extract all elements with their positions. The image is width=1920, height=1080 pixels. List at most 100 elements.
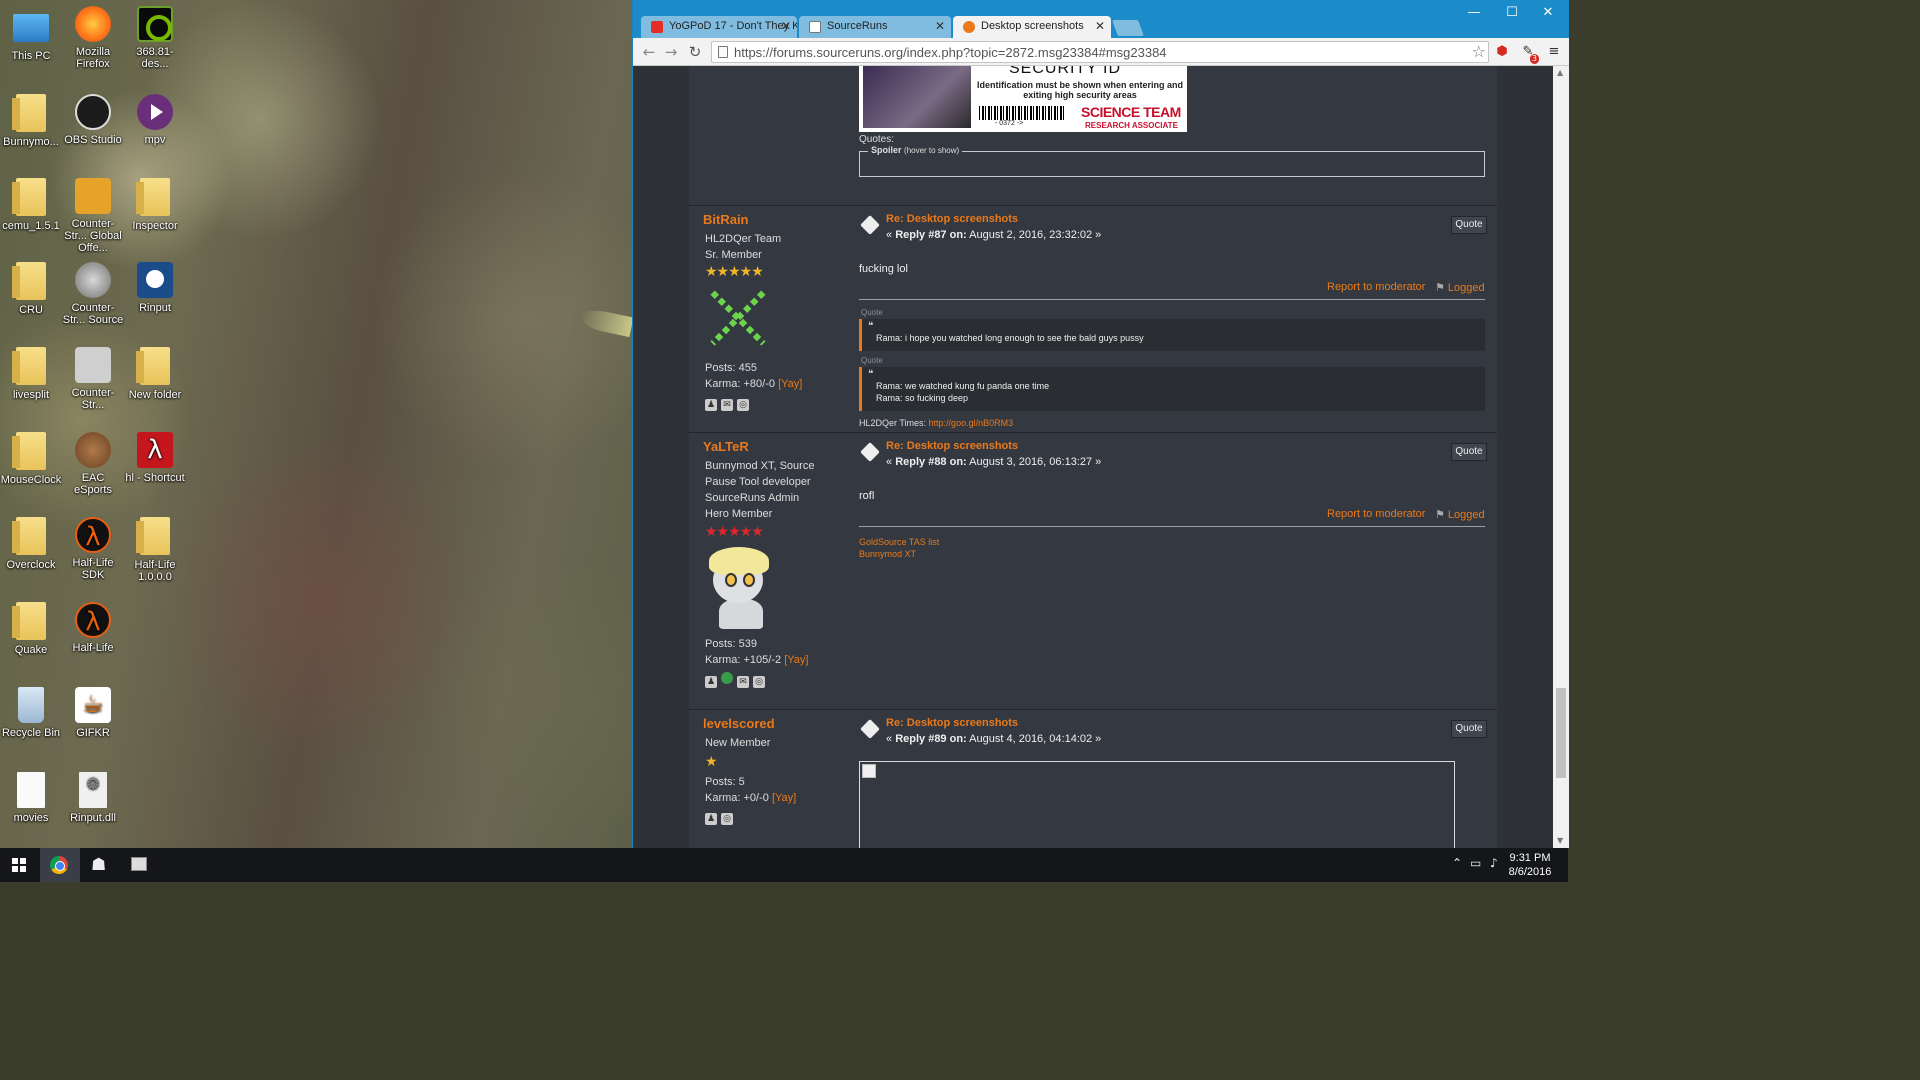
- email-icon[interactable]: ✉: [721, 399, 733, 411]
- reload-icon[interactable]: ↻: [685, 42, 705, 62]
- desktop-icon-nvidia[interactable]: 368.81-des...: [124, 6, 186, 70]
- karma-yay-link[interactable]: [Yay]: [772, 792, 796, 804]
- profile-icon[interactable]: ♟: [705, 676, 717, 688]
- desktop-icon-firefox[interactable]: Mozilla Firefox: [62, 6, 124, 70]
- logged-link[interactable]: Logged: [1435, 508, 1485, 521]
- karma-line: Karma: +105/-2 [Yay]: [705, 654, 808, 666]
- desktop-icon-quake[interactable]: Quake: [0, 602, 62, 656]
- taskbar-chrome[interactable]: [40, 848, 80, 882]
- desktop-icon-overclock[interactable]: Overclock: [0, 517, 62, 571]
- desktop-icon-hl-shortcut[interactable]: hl - Shortcut: [124, 432, 186, 484]
- desktop-icon-label: Inspector: [132, 220, 178, 232]
- desktop-icon-eac[interactable]: EAC eSports: [62, 432, 124, 496]
- report-to-moderator-link[interactable]: Report to moderator: [1327, 281, 1425, 293]
- reply-number[interactable]: Reply #89 on:: [895, 733, 967, 745]
- logged-link[interactable]: Logged: [1435, 281, 1485, 294]
- desktop-icon-inspector[interactable]: Inspector: [124, 178, 186, 232]
- close-button[interactable]: ✕: [1533, 4, 1563, 24]
- desktop-icon-label: livesplit: [12, 389, 50, 401]
- system-clock[interactable]: 9:31 PM 8/6/2016: [1500, 851, 1560, 879]
- desktop-icon-gifkr[interactable]: GIFKR: [62, 687, 124, 739]
- signature-link[interactable]: http://goo.gl/nB0RM3: [929, 418, 1014, 428]
- ublock-icon[interactable]: ⬢: [1493, 43, 1511, 61]
- pm-icon[interactable]: ◎: [721, 813, 733, 825]
- quote-button[interactable]: Quote: [1451, 443, 1487, 461]
- desktop-icon-cemu[interactable]: cemu_1.5.1: [0, 178, 62, 232]
- profile-icon[interactable]: ♟: [705, 813, 717, 825]
- close-icon[interactable]: ✕: [1095, 19, 1105, 33]
- quote-button[interactable]: Quote: [1451, 216, 1487, 234]
- desktop-icon-cs[interactable]: Counter-Str...: [62, 347, 124, 411]
- url-text[interactable]: https://forums.sourceruns.org/index.php?…: [734, 45, 1167, 60]
- post-subject[interactable]: Re: Desktop screenshots: [886, 717, 1018, 729]
- signature-link[interactable]: GoldSource TAS list: [859, 537, 939, 547]
- profile-icon[interactable]: ♟: [705, 399, 717, 411]
- post-subject[interactable]: Re: Desktop screenshots: [886, 213, 1018, 225]
- report-to-moderator-link[interactable]: Report to moderator: [1327, 508, 1425, 520]
- desktop-icon-csgo[interactable]: Counter-Str... Global Offe...: [62, 178, 124, 254]
- desktop-icon-livesplit[interactable]: livesplit: [0, 347, 62, 401]
- member-group: HL2DQer Team: [705, 233, 782, 245]
- quote-button[interactable]: Quote: [1451, 720, 1487, 738]
- recycle-bin-icon: [18, 687, 44, 723]
- tab-youtube[interactable]: YoGPoD 17 - Don't They K ✕: [641, 16, 797, 38]
- taskbar-app[interactable]: [120, 848, 160, 882]
- tab-sourceruns[interactable]: SourceRuns ✕: [799, 16, 951, 38]
- pm-icon[interactable]: ◎: [737, 399, 749, 411]
- pm-icon[interactable]: ◎: [753, 676, 765, 688]
- desktop-icon-mouseclock[interactable]: MouseClock: [0, 432, 62, 486]
- maximize-button[interactable]: ☐: [1497, 4, 1527, 24]
- scroll-up-icon[interactable]: ▲: [1557, 68, 1563, 77]
- close-icon[interactable]: ✕: [935, 19, 945, 33]
- back-icon[interactable]: ←: [639, 42, 659, 62]
- desktop-icon-rinput[interactable]: Rinput: [124, 262, 186, 314]
- reply-number[interactable]: Reply #88 on:: [895, 456, 967, 468]
- menu-icon[interactable]: ≡: [1545, 43, 1563, 61]
- taskbar-foxhole[interactable]: ☗: [80, 848, 120, 882]
- minimize-button[interactable]: —: [1459, 4, 1489, 24]
- reply-number[interactable]: Reply #87 on:: [895, 229, 967, 241]
- half-life-icon: [75, 602, 111, 638]
- desktop-icon-rinput-dll[interactable]: Rinput.dll: [62, 772, 124, 824]
- network-icon[interactable]: ▭: [1470, 856, 1481, 870]
- start-button[interactable]: [0, 848, 40, 882]
- email-icon[interactable]: ✉: [737, 676, 749, 688]
- website-icon[interactable]: [721, 672, 733, 684]
- tab-title: Desktop screenshots: [981, 20, 1084, 32]
- desktop-icon-new-folder[interactable]: New folder: [124, 347, 186, 401]
- desktop-icon-half-life[interactable]: Half-Life: [62, 602, 124, 654]
- extension-icon[interactable]: ✎ 3: [1519, 43, 1539, 64]
- desktop-icon-bunnymod[interactable]: Bunnymo...: [0, 94, 62, 148]
- reply-prefix: «: [886, 229, 893, 241]
- scroll-down-icon[interactable]: ▼: [1557, 836, 1563, 845]
- karma-value: Karma: +0/-0: [705, 792, 769, 804]
- page-scrollbar[interactable]: ▲ ▼: [1553, 66, 1569, 848]
- karma-yay-link[interactable]: [Yay]: [778, 378, 802, 390]
- bookmark-star-icon[interactable]: ☆: [1472, 42, 1486, 61]
- close-icon[interactable]: ✕: [781, 19, 791, 33]
- scrollbar-thumb[interactable]: [1556, 688, 1566, 778]
- tab-desktop-screenshots[interactable]: Desktop screenshots ✕: [953, 16, 1111, 38]
- new-tab-button[interactable]: [1112, 20, 1144, 36]
- post-subject[interactable]: Re: Desktop screenshots: [886, 440, 1018, 452]
- post-author[interactable]: BitRain: [703, 212, 749, 227]
- volume-icon[interactable]: ♪: [1490, 856, 1498, 870]
- karma-yay-link[interactable]: [Yay]: [784, 654, 808, 666]
- post-author[interactable]: levelscored: [703, 716, 775, 731]
- desktop-icon-hl-sdk[interactable]: Half-Life SDK: [62, 517, 124, 581]
- desktop-icon-mpv[interactable]: mpv: [124, 94, 186, 146]
- desktop-icon-cru[interactable]: CRU: [0, 262, 62, 316]
- spoiler-box[interactable]: Spoiler (hover to show): [859, 145, 1485, 177]
- desktop-icon-css[interactable]: Counter-Str... Source: [62, 262, 124, 326]
- post-author[interactable]: YaLTeR: [703, 439, 749, 454]
- desktop-icon-hl-1000[interactable]: Half-Life 1.0.0.0: [124, 517, 186, 583]
- chevron-up-icon[interactable]: ⌃: [1452, 856, 1462, 870]
- forward-icon[interactable]: →: [661, 42, 681, 62]
- desktop-icon-movies[interactable]: movies: [0, 772, 62, 824]
- desktop-icon-recycle-bin[interactable]: Recycle Bin: [0, 687, 62, 739]
- desktop-icon-obs[interactable]: OBS Studio: [62, 94, 124, 146]
- address-bar[interactable]: https://forums.sourceruns.org/index.php?…: [711, 41, 1489, 63]
- signature-link[interactable]: Bunnymod XT: [859, 549, 916, 559]
- desktop-icon-this-pc[interactable]: This PC: [0, 10, 62, 62]
- title-bar[interactable]: YoGPoD 17 - Don't They K ✕ SourceRuns ✕ …: [633, 0, 1569, 38]
